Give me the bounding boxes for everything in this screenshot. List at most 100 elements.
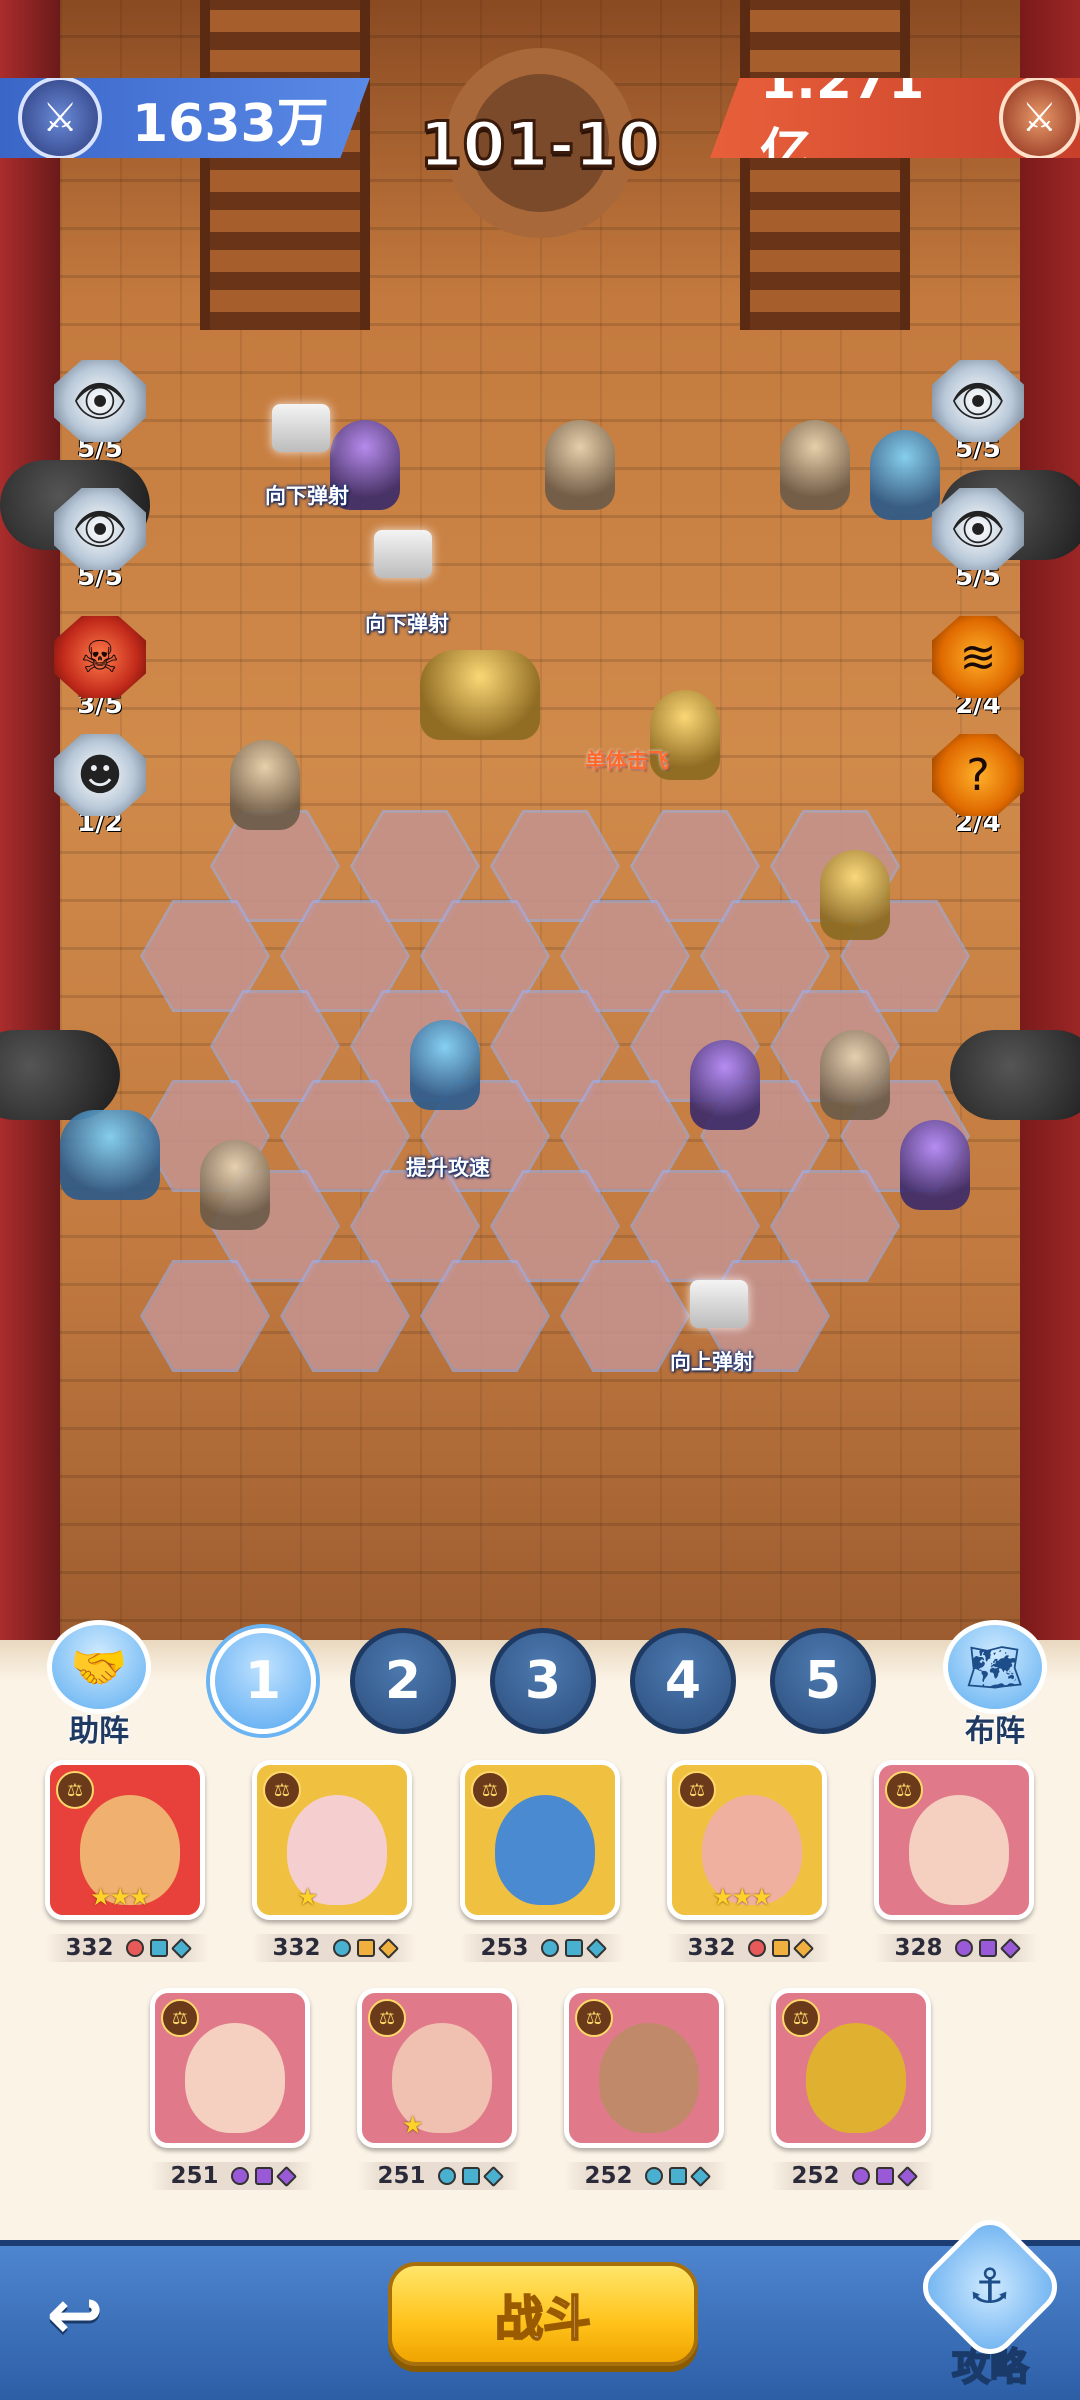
arrow-down-icon (272, 404, 330, 452)
player-unit[interactable] (900, 1120, 970, 1210)
guide-button[interactable]: ⚓ 攻略 (912, 2209, 1068, 2392)
synergy-right-3[interactable]: ≋ 2/4 (932, 616, 1024, 720)
player-power-value: 1633万 (132, 93, 329, 154)
back-arrow-icon[interactable]: ↩ (30, 2275, 120, 2355)
synergy-left-4[interactable]: ☻ 1/2 (54, 734, 146, 838)
faction-icon: ⚖ (575, 1999, 613, 2037)
faction-icon: ⚖ (161, 1999, 199, 2037)
gem-icon (564, 1939, 583, 1957)
stage-number: 101-10 (418, 107, 662, 183)
team-tab-4[interactable]: 4 (630, 1628, 736, 1734)
synergy-left-3[interactable]: ☠ 3/5 (54, 616, 146, 720)
player-unit[interactable] (820, 850, 890, 940)
faction-icon: ⚖ (885, 1771, 923, 1809)
hero-face (185, 2023, 285, 2133)
anchor-scroll-icon: ⚓ (912, 2209, 1068, 2365)
arrow-down-icon (374, 530, 432, 578)
gem-icon (689, 2165, 711, 2187)
hero-info: 332 (667, 1934, 831, 1962)
player-unit[interactable] (410, 1020, 480, 1110)
team-tab-2[interactable]: 2 (350, 1628, 456, 1734)
hero-level: 251 (377, 2163, 426, 2189)
hero-level: 253 (480, 1935, 529, 1961)
hero-info: 251 (357, 2162, 521, 2190)
label-up-shot: 向上弹射 (670, 1350, 754, 1374)
hero-face (599, 2023, 699, 2133)
fight-button[interactable]: 战斗 (388, 2262, 698, 2366)
player-unit[interactable] (60, 1110, 160, 1200)
gem-icon (437, 2167, 456, 2185)
gem-icon (254, 2167, 273, 2185)
team-tab-5[interactable]: 5 (770, 1628, 876, 1734)
silver-mask-icon: ☻ (54, 734, 146, 816)
faction-icon: ⚖ (263, 1771, 301, 1809)
hero-face (495, 1795, 595, 1905)
gem-icon (978, 1939, 997, 1957)
synergy-right-1[interactable]: 👁 5/5 (932, 360, 1024, 464)
gem-icon (377, 1937, 399, 1959)
arrow-up-icon (690, 1280, 748, 1328)
hero-portrait: ⚖ ★ (252, 1760, 412, 1920)
hero-info: 332 (45, 1934, 209, 1962)
hero-info: 332 (252, 1934, 416, 1962)
red-skull-icon: ☠ (54, 616, 146, 698)
hero-level: 332 (272, 1935, 321, 1961)
label-down-shot: 向下弹射 (365, 612, 449, 636)
hero-card[interactable]: ⚖ 328 (874, 1760, 1038, 1964)
hero-card[interactable]: ⚖ ★★★ 332 (667, 1760, 831, 1964)
faction-icon: ⚖ (471, 1771, 509, 1809)
gem-icon (954, 1939, 973, 1957)
synergy-right-2[interactable]: 👁 5/5 (932, 488, 1024, 592)
team-tab-1[interactable]: 1 (210, 1628, 316, 1734)
hero-stars: ★★★ (90, 1883, 151, 1911)
hero-info: 328 (874, 1934, 1038, 1962)
right-stairs (740, 0, 910, 330)
gem-icon (585, 1937, 607, 1959)
hero-level: 328 (894, 1935, 943, 1961)
hero-card[interactable]: ⚖ 252 (771, 1988, 935, 2192)
hero-card[interactable]: ⚖ 253 (460, 1760, 624, 1964)
hero-level: 332 (65, 1935, 114, 1961)
formation-button[interactable]: 🗺 布阵 (940, 1620, 1050, 1750)
gem-icon (230, 2167, 249, 2185)
gem-icon (332, 1939, 351, 1957)
hero-portrait: ⚖ (460, 1760, 620, 1920)
gem-icon (771, 1939, 790, 1957)
synergy-left-2[interactable]: 👁 5/5 (54, 488, 146, 592)
gem-icon (170, 1937, 192, 1959)
enemy-power-bar: 1.271亿 ⚔ (710, 78, 1080, 158)
enemy-unit (545, 420, 615, 510)
faction-icon: ⚖ (368, 1999, 406, 2037)
player-unit[interactable] (690, 1040, 760, 1130)
hero-card[interactable]: ⚖ 251 (150, 1988, 314, 2192)
hero-card[interactable]: ⚖ ★★★ 332 (45, 1760, 209, 1964)
hero-info: 252 (564, 2162, 728, 2190)
enemy-unit (420, 650, 540, 740)
gem-icon (149, 1939, 168, 1957)
orange-wave-icon: ≋ (932, 616, 1024, 698)
crossed-swords-icon: ⚔ (998, 78, 1080, 158)
hero-card[interactable]: ⚖ ★ 332 (252, 1760, 416, 1964)
hero-face (909, 1795, 1009, 1905)
hero-level: 332 (687, 1935, 736, 1961)
label-single-knockup: 单体击飞 (585, 749, 669, 773)
hero-level: 251 (170, 2163, 219, 2189)
hero-info: 252 (771, 2162, 935, 2190)
player-unit[interactable] (200, 1140, 270, 1230)
hero-card[interactable]: ⚖ 252 (564, 1988, 728, 2192)
hero-card[interactable]: ⚖ ★ 251 (357, 1988, 521, 2192)
player-unit[interactable] (820, 1030, 890, 1120)
gem-icon (540, 1939, 559, 1957)
team-tab-3[interactable]: 3 (490, 1628, 596, 1734)
silver-eye-icon: 👁 (54, 488, 146, 570)
hero-portrait: ⚖ (771, 1988, 931, 2148)
synergy-right-4[interactable]: ? 2/4 (932, 734, 1024, 838)
hero-portrait: ⚖ (874, 1760, 1034, 1920)
gem-icon (896, 2165, 918, 2187)
gem-icon (482, 2165, 504, 2187)
gem-icon (792, 1937, 814, 1959)
hero-level: 252 (791, 2163, 840, 2189)
support-button[interactable]: 🤝 助阵 (44, 1620, 154, 1750)
synergy-left-1[interactable]: 👁 5/5 (54, 360, 146, 464)
silver-eye-icon: 👁 (932, 488, 1024, 570)
